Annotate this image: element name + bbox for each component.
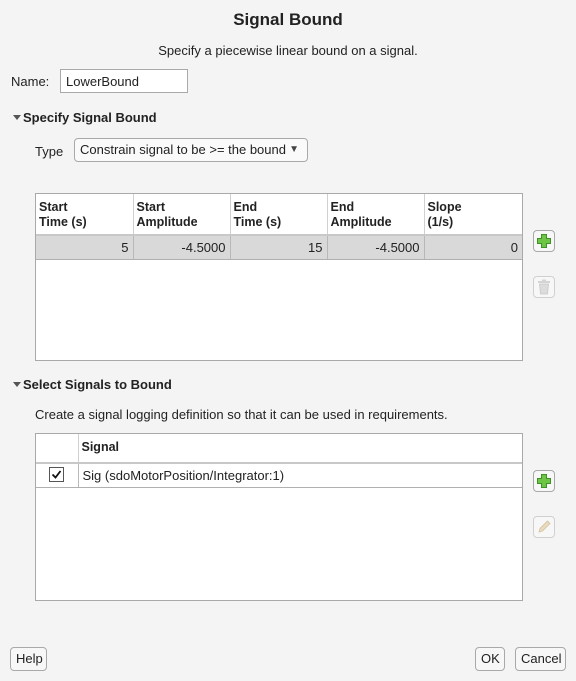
collapse-triangle-icon — [13, 115, 21, 121]
cell-end-time[interactable]: 15 — [230, 235, 328, 260]
column-header-end-amplitude[interactable]: End Amplitude — [327, 194, 425, 236]
cell-start-amplitude[interactable]: -4.5000 — [133, 235, 231, 260]
delete-bound-segment-button[interactable] — [533, 276, 555, 298]
column-header-select[interactable] — [36, 434, 79, 464]
select-section-title: Select Signals to Bound — [23, 377, 172, 392]
signal-checkbox-cell[interactable] — [36, 463, 79, 488]
plus-icon — [537, 474, 551, 488]
select-section-header[interactable]: Select Signals to Bound — [13, 377, 172, 392]
checkmark-icon — [52, 469, 62, 479]
name-label: Name: — [11, 74, 50, 89]
column-header-start-time[interactable]: Start Time (s) — [36, 194, 134, 236]
select-section-description: Create a signal logging definition so th… — [35, 407, 448, 422]
bound-table[interactable]: Start Time (s) Start Amplitude End Time (s)… — [35, 193, 523, 361]
table-row[interactable]: Sig (sdoMotorPosition/Integrator:1) — [36, 463, 522, 488]
specify-section-title: Specify Signal Bound — [23, 110, 157, 125]
type-dropdown[interactable]: Constrain signal to be >= the bound ▼ — [74, 138, 308, 162]
column-header-end-time[interactable]: End Time (s) — [230, 194, 328, 236]
type-label: Type — [35, 144, 64, 159]
add-bound-segment-button[interactable] — [533, 230, 555, 252]
cell-slope[interactable]: 0 — [424, 235, 522, 260]
bound-table-header: Start Time (s) Start Amplitude End Time (s)… — [36, 194, 522, 236]
collapse-triangle-icon — [13, 382, 21, 388]
help-button[interactable]: Help — [10, 647, 47, 671]
column-header-start-amplitude[interactable]: Start Amplitude — [133, 194, 231, 236]
table-row[interactable]: 5 -4.5000 15 -4.5000 0 — [36, 235, 522, 260]
cell-end-amplitude[interactable]: -4.5000 — [327, 235, 425, 260]
dialog-subtitle: Specify a piecewise linear bound on a si… — [158, 43, 418, 58]
column-header-slope[interactable]: Slope (1/s) — [424, 194, 522, 236]
edit-signal-button[interactable] — [533, 516, 555, 538]
type-dropdown-value: Constrain signal to be >= the bound — [80, 142, 286, 157]
column-header-signal[interactable]: Signal — [78, 434, 522, 464]
trash-icon — [538, 279, 550, 295]
add-signal-button[interactable] — [533, 470, 555, 492]
ok-button[interactable]: OK — [475, 647, 505, 671]
name-input[interactable] — [60, 69, 188, 93]
signal-table[interactable]: Signal Sig (sdoMotorPosition/Integrator:… — [35, 433, 523, 601]
dropdown-arrow-icon: ▼ — [289, 144, 299, 155]
signal-name-cell[interactable]: Sig (sdoMotorPosition/Integrator:1) — [78, 463, 522, 488]
signal-checkbox[interactable] — [49, 466, 65, 482]
cancel-button[interactable]: Cancel — [515, 647, 566, 671]
pencil-icon — [538, 520, 551, 533]
specify-section-header[interactable]: Specify Signal Bound — [13, 110, 157, 125]
dialog-title: Signal Bound — [233, 10, 343, 29]
cell-start-time[interactable]: 5 — [36, 235, 134, 260]
signal-table-header: Signal — [36, 434, 522, 464]
plus-icon — [537, 234, 551, 248]
